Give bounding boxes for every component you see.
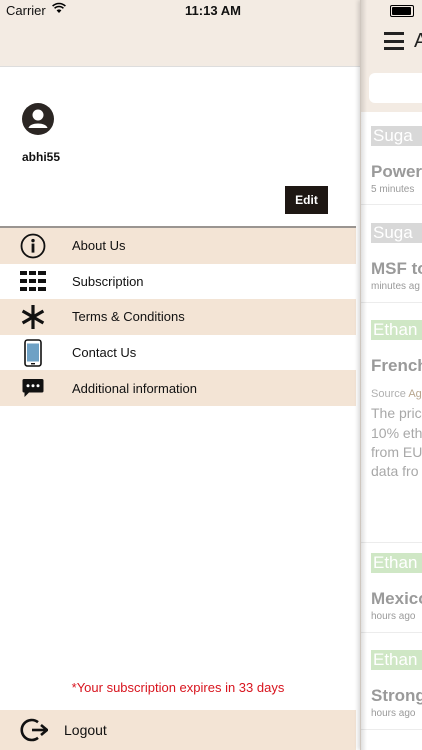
- list-icon: [20, 268, 46, 294]
- divider: [361, 632, 422, 633]
- info-icon: [20, 233, 46, 259]
- side-drawer: abhi55 Edit About Us Subscription Terms: [0, 0, 360, 750]
- asterisk-icon: [20, 304, 46, 330]
- logout-label: Logout: [64, 722, 107, 738]
- category-tag: Ethan: [371, 320, 422, 340]
- divider: [361, 729, 422, 730]
- status-time: 11:13 AM: [185, 3, 241, 18]
- menu-item-label: Additional information: [72, 380, 198, 396]
- news-headline[interactable]: French: [371, 356, 422, 376]
- divider: [361, 204, 422, 205]
- source-label: Source: [371, 388, 406, 400]
- username: abhi55: [22, 150, 61, 164]
- news-feed: Suga Power 5 minutes Suga MSF to minutes…: [361, 112, 422, 750]
- menu-item-label: Terms & Conditions: [72, 309, 185, 325]
- subscription-expiry-notice: *Your subscription expires in 33 days: [71, 680, 285, 695]
- news-source: Source Ag: [371, 388, 422, 400]
- main-nav-title: A: [414, 30, 422, 52]
- news-headline[interactable]: Strong: [371, 686, 422, 706]
- news-headline[interactable]: Power: [371, 162, 422, 182]
- user-avatar-icon[interactable]: [22, 103, 54, 135]
- news-time: hours ago: [371, 611, 416, 622]
- news-body-line: data fro: [371, 463, 419, 479]
- status-bar: Carrier 11:13 AM: [0, 0, 422, 22]
- news-time: 5 minutes: [371, 184, 415, 195]
- news-time: minutes ag: [371, 281, 420, 292]
- menu-item-terms[interactable]: Terms & Conditions: [0, 299, 356, 335]
- edit-profile-button[interactable]: Edit: [285, 186, 328, 214]
- panel-shadow: [361, 0, 367, 750]
- news-headline[interactable]: Mexico: [371, 589, 422, 609]
- news-time: hours ago: [371, 708, 416, 719]
- news-body-line: 10% eth: [371, 425, 422, 441]
- menu-item-additional-info[interactable]: Additional information: [0, 370, 356, 406]
- chat-icon: [20, 375, 46, 401]
- menu-item-subscription[interactable]: Subscription: [0, 264, 356, 300]
- category-tag: Ethan: [371, 650, 422, 670]
- category-tag: Ethan: [371, 553, 422, 573]
- menu-item-label: Subscription: [72, 273, 144, 289]
- divider: [361, 302, 422, 303]
- source-value: Ag: [408, 388, 422, 400]
- menu-item-contact-us[interactable]: Contact Us: [0, 335, 356, 371]
- logout-button[interactable]: Logout: [0, 710, 356, 750]
- menu-item-label: About Us: [72, 238, 126, 254]
- menu-item-about-us[interactable]: About Us: [0, 228, 356, 264]
- category-tag: Suga: [371, 126, 422, 146]
- main-content-panel[interactable]: A Suga Power 5 minutes Suga MSF to minut…: [360, 0, 422, 750]
- menu-item-label: Contact Us: [72, 345, 137, 361]
- battery-icon: [390, 5, 414, 17]
- news-body-line: from EU: [371, 444, 422, 460]
- news-headline[interactable]: MSF to: [371, 259, 422, 279]
- search-input[interactable]: [369, 73, 422, 103]
- hamburger-menu-icon[interactable]: [384, 32, 404, 50]
- phone-icon: [20, 338, 46, 367]
- drawer-menu: About Us Subscription Terms & Conditions: [0, 226, 356, 406]
- logout-icon: [20, 717, 50, 743]
- news-body-line: The pric: [371, 405, 422, 421]
- divider: [361, 542, 422, 543]
- category-tag: Suga: [371, 223, 422, 243]
